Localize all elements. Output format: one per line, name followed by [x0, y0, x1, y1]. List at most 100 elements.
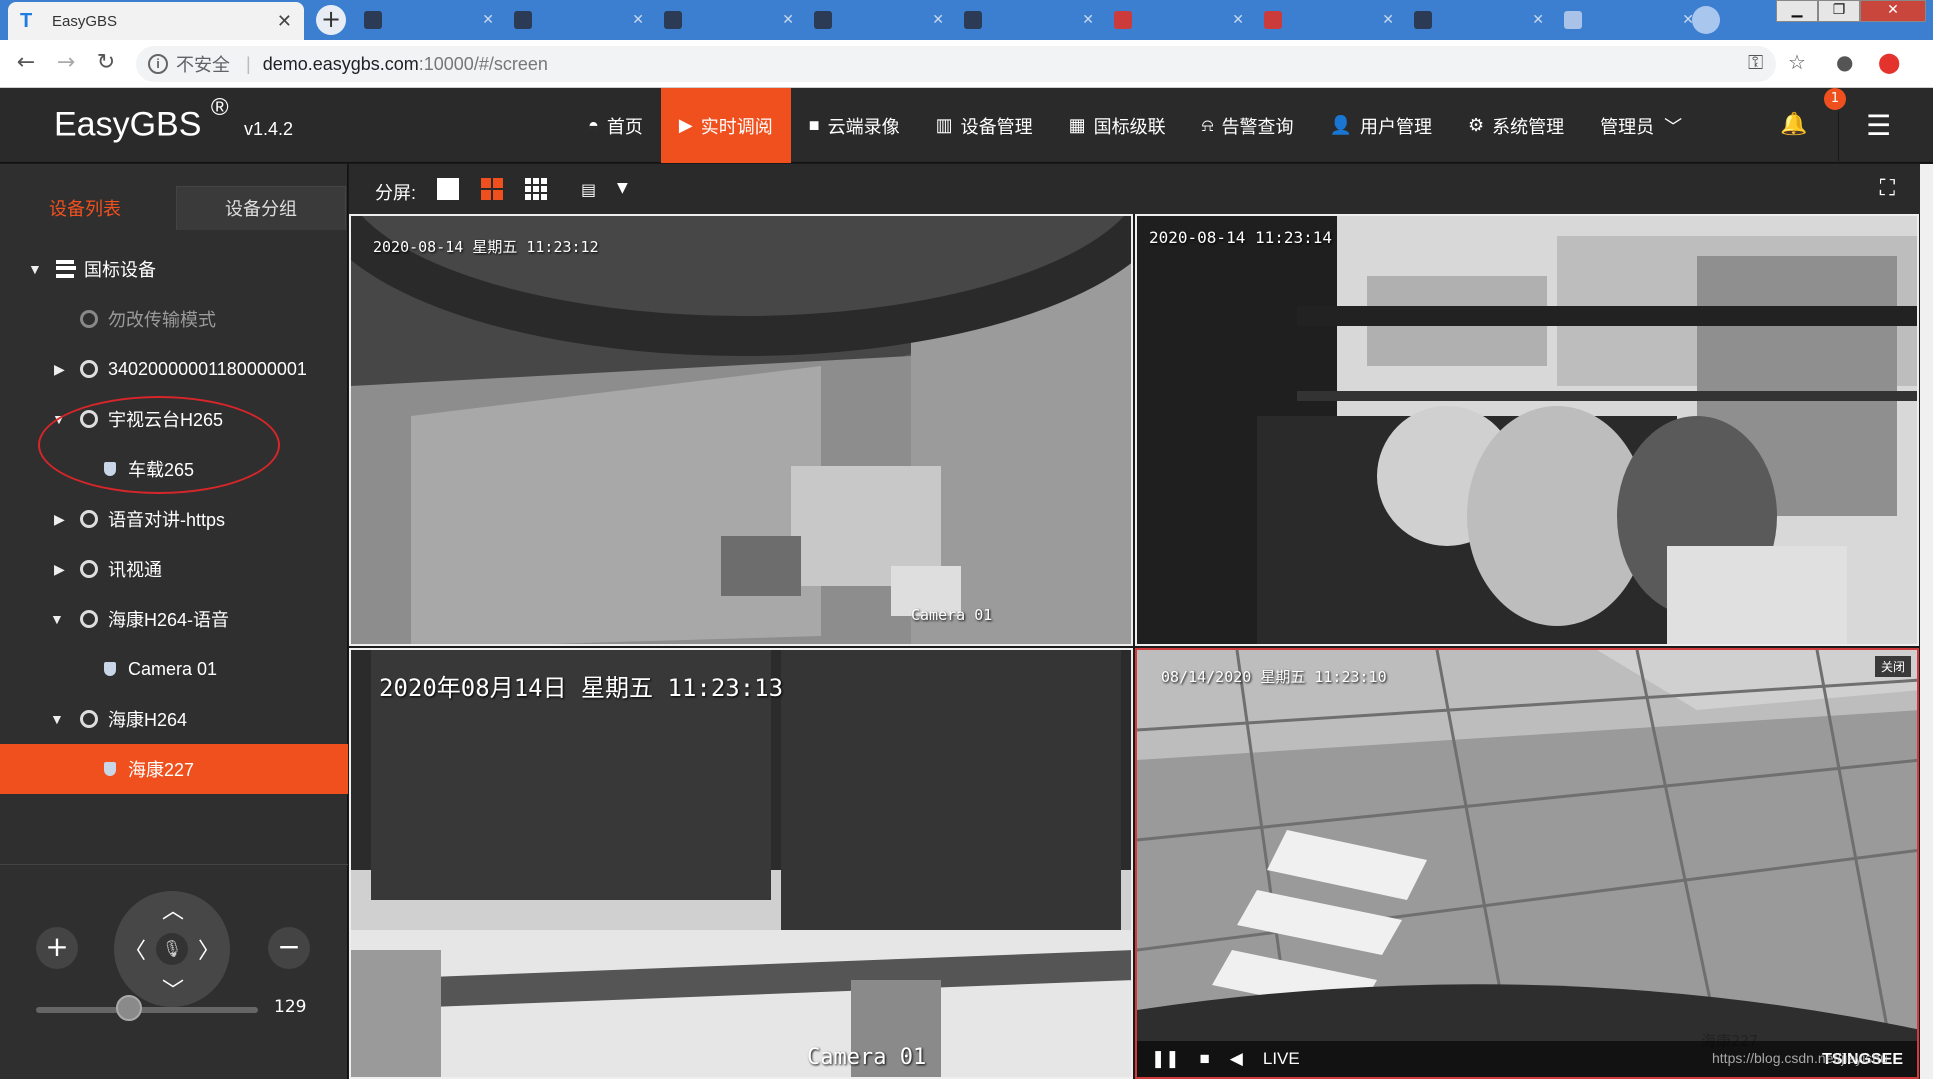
new-tab-button[interactable]: + [316, 5, 346, 35]
scrollbar[interactable] [1920, 164, 1933, 1079]
star-icon[interactable]: ☆ [1788, 50, 1806, 74]
fullscreen-icon[interactable]: ⛶ [1880, 176, 1895, 201]
browser-tab-background[interactable]: ✕ [506, 6, 652, 34]
volume-icon[interactable]: ◀ [1230, 1049, 1243, 1069]
tree-device-no-transport[interactable]: 勿改传输模式 [0, 294, 348, 344]
tree-channel-camera01[interactable]: Camera 01 [0, 644, 348, 694]
tab-close-icon[interactable]: ✕ [932, 12, 944, 28]
tree-device-hikvision-h264[interactable]: ▼ 海康H264 [0, 694, 348, 744]
forward-icon[interactable]: → [52, 50, 80, 75]
tab-device-list[interactable]: 设备列表 [0, 186, 170, 230]
nav-label: 设备管理 [960, 116, 1033, 137]
profile-icon[interactable] [1692, 6, 1720, 34]
video-pane-1[interactable]: 2020-08-14 星期五 11:23:12 Camera 01 [349, 214, 1133, 646]
nav-live-view[interactable]: ▶ 实时调阅 [660, 88, 791, 163]
nav-system-management[interactable]: ⚙ 系统管理 [1450, 88, 1582, 163]
channel-icon [104, 662, 116, 676]
layout-icon[interactable]: ▤ [581, 180, 596, 199]
minimize-button[interactable]: ▁ [1776, 0, 1818, 22]
insecure-label: 不安全 [176, 55, 230, 75]
alarm-icon: ⍾ [1201, 115, 1214, 135]
stop-icon[interactable]: ■ [1200, 1049, 1210, 1069]
caret-right-icon[interactable]: ▶ [54, 511, 65, 528]
caret-right-icon[interactable]: ▶ [54, 361, 65, 378]
pane-1-timestamp: 2020-08-14 星期五 11:23:12 [373, 238, 599, 256]
video-pane-2[interactable]: 2020-08-14 11:23:14 [1135, 214, 1919, 646]
nav-cloud-recording[interactable]: ■ 云端录像 [791, 88, 918, 163]
browser-tab-background[interactable]: ✕ [356, 6, 502, 34]
zoom-out-button[interactable]: − [268, 927, 310, 969]
pane-close-button[interactable]: 关闭 [1874, 656, 1911, 677]
ptz-speed-slider[interactable] [36, 1007, 258, 1013]
caret-down-icon[interactable]: ▼ [28, 261, 42, 277]
tab-close-icon[interactable]: ✕ [277, 11, 292, 32]
back-icon[interactable]: ← [12, 50, 40, 75]
reload-icon[interactable]: ↻ [92, 50, 120, 75]
nav-device-management[interactable]: ▥ 设备管理 [918, 88, 1051, 163]
nav-home[interactable]: ◓ 首页 [570, 88, 661, 163]
tree-device-hikvision-h264-voice[interactable]: ▼ 海康H264-语音 [0, 594, 348, 644]
url-field[interactable]: i 不安全 | demo.easygbs.com :10000/#/screen [136, 46, 1776, 82]
browser-tab-active[interactable]: T EasyGBS ✕ [8, 2, 304, 40]
split-1-button[interactable] [437, 178, 459, 200]
caret-down-icon[interactable]: ▼ [50, 711, 64, 727]
version-label: v1.4.2 [243, 119, 294, 140]
account-icon[interactable]: ● [1836, 50, 1853, 74]
bell-icon[interactable]: 🔔 [1780, 112, 1807, 137]
nav-label: 告警查询 [1221, 116, 1294, 137]
tree-device-xunshitong[interactable]: ▶ 讯视通 [0, 544, 348, 594]
split-4-button[interactable] [481, 178, 503, 200]
tab-device-group[interactable]: 设备分组 [176, 186, 346, 230]
tab-close-icon[interactable]: ✕ [1232, 12, 1244, 28]
split-9-button[interactable] [525, 178, 547, 200]
tree-device-voice-https[interactable]: ▶ 语音对讲-https [0, 494, 348, 544]
hamburger-menu-icon[interactable]: ☰ [1838, 88, 1918, 163]
nav-cascade[interactable]: ▦ 国标级联 [1051, 88, 1184, 163]
tree-channel-hikvision227[interactable]: 海康227 [0, 744, 348, 794]
ptz-speed-handle[interactable] [116, 995, 143, 1021]
nav-user-management[interactable]: 👤 用户管理 [1312, 88, 1450, 163]
browser-tab-background[interactable]: ✕ [1406, 6, 1552, 34]
browser-tab-background[interactable]: ✕ [1106, 6, 1252, 34]
camera-icon [80, 510, 98, 528]
browser-tab-background[interactable]: ✕ [956, 6, 1102, 34]
key-icon[interactable]: ⚿ [1748, 50, 1763, 74]
ptz-right-icon[interactable]: 〉 [198, 933, 220, 965]
tab-close-icon[interactable]: ✕ [1532, 12, 1544, 28]
tab-close-icon[interactable]: ✕ [632, 12, 644, 28]
extension-icon[interactable]: ⬤ [1878, 50, 1900, 74]
caret-down-icon[interactable]: ▼ [50, 611, 64, 627]
pause-icon[interactable]: ❚❚ [1151, 1049, 1180, 1069]
pane-2-timestamp: 2020-08-14 11:23:14 [1149, 228, 1333, 247]
admin-menu[interactable]: 管理员 ﹀ [1582, 88, 1700, 163]
caret-right-icon[interactable]: ▶ [54, 561, 65, 578]
video-pane-3[interactable]: 2020年08月14日 星期五 11:23:13 Camera 01 [349, 648, 1133, 1079]
zoom-in-button[interactable]: + [36, 927, 78, 969]
browser-tab-background[interactable]: ✕ [1556, 6, 1702, 34]
tree-root-gb-devices[interactable]: ▼ 国标设备 [0, 244, 348, 294]
window-close-button[interactable]: ✕ [1860, 0, 1926, 22]
browser-tab-background[interactable]: ✕ [806, 6, 952, 34]
easygbs-favicon: T [20, 9, 33, 32]
tab-close-icon[interactable]: ✕ [1082, 12, 1094, 28]
watermark: https://blog.csdn.net/jieyishu [1712, 1050, 1888, 1066]
ptz-up-icon[interactable]: ︿ [162, 893, 184, 925]
nav-alarm-query[interactable]: ⍾ 告警查询 [1184, 88, 1312, 163]
info-icon[interactable]: i [148, 54, 168, 74]
video-frame-1 [351, 216, 1131, 644]
tree-device-3402[interactable]: ▶ 34020000001180000001 [0, 344, 348, 394]
ptz-left-icon[interactable]: 〈 [124, 933, 146, 965]
app-header: EasyGBS ® v1.4.2 ◓ 首页 ▶ 实时调阅 ■ 云端录像 ▥ 设备管理 ▦… [0, 88, 1933, 163]
brand-logo[interactable]: EasyGBS ® v1.4.2 [54, 94, 294, 144]
caret-down-icon[interactable]: ▼ [617, 180, 628, 196]
microphone-off-icon[interactable]: 🎙 [156, 933, 188, 965]
tab-close-icon[interactable]: ✕ [1382, 12, 1394, 28]
restore-button[interactable]: ❐ [1818, 0, 1860, 22]
split-label: 分屏: [375, 183, 417, 203]
browser-tab-background[interactable]: ✕ [1256, 6, 1402, 34]
video-pane-4[interactable]: 08/14/2020 星期五 11:23:10 关闭 海康227 ❚❚ ■ ◀ … [1135, 648, 1919, 1079]
tab-close-icon[interactable]: ✕ [482, 12, 494, 28]
ptz-down-icon[interactable]: ﹀ [162, 973, 184, 1005]
browser-tab-background[interactable]: ✕ [656, 6, 802, 34]
tab-close-icon[interactable]: ✕ [782, 12, 794, 28]
